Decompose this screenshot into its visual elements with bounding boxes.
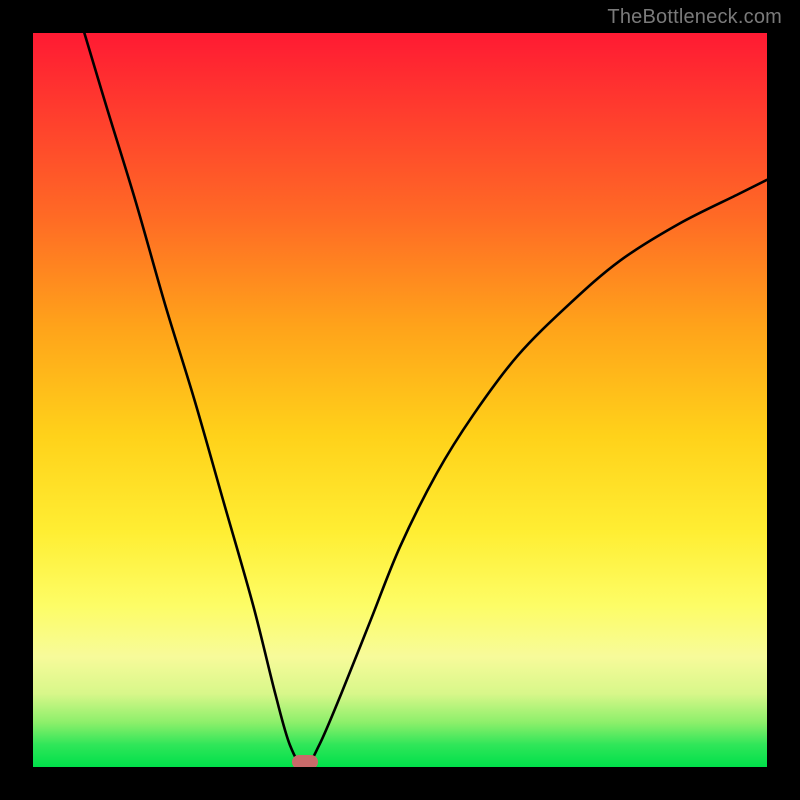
chart-frame: TheBottleneck.com bbox=[0, 0, 800, 800]
minimum-marker bbox=[292, 755, 318, 767]
curve-layer bbox=[33, 33, 767, 767]
watermark-text: TheBottleneck.com bbox=[607, 6, 782, 29]
plot-area bbox=[33, 33, 767, 767]
bottleneck-curve bbox=[84, 33, 767, 767]
